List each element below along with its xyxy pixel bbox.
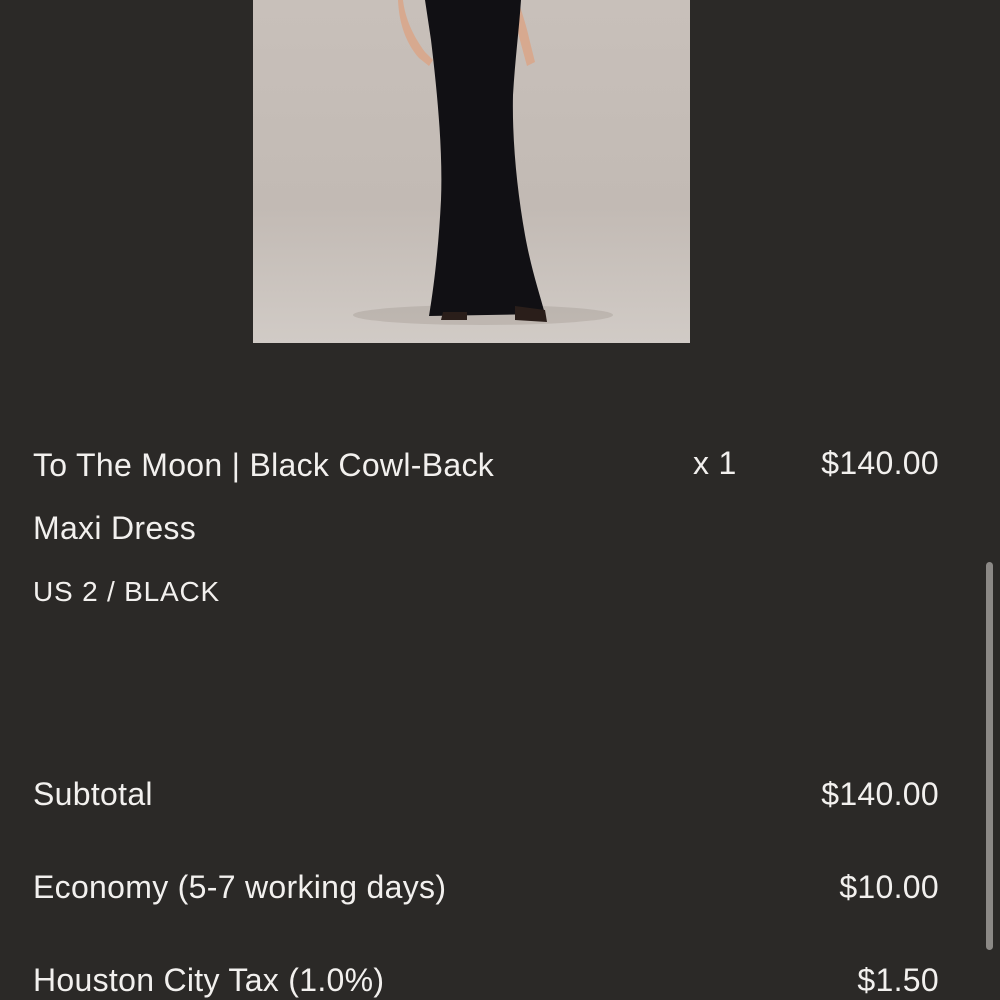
scrollbar[interactable] — [986, 562, 993, 950]
dress-illustration — [253, 0, 690, 343]
tax-value: $1.50 — [857, 962, 939, 998]
tax-label: Houston City Tax (1.0%) — [33, 962, 385, 998]
subtotal-label: Subtotal — [33, 776, 153, 812]
shipping-label: Economy (5-7 working days) — [33, 869, 447, 905]
product-variant: US 2 / BLACK — [33, 576, 221, 607]
product-price: $140.00 — [821, 445, 939, 481]
product-name-line2: Maxi Dress — [33, 510, 197, 546]
shipping-value: $10.00 — [839, 869, 939, 905]
product-image[interactable] — [253, 0, 690, 343]
subtotal-value: $140.00 — [821, 776, 939, 812]
product-quantity: x 1 — [693, 445, 737, 481]
product-name-line1: To The Moon | Black Cowl-Back — [33, 447, 495, 483]
